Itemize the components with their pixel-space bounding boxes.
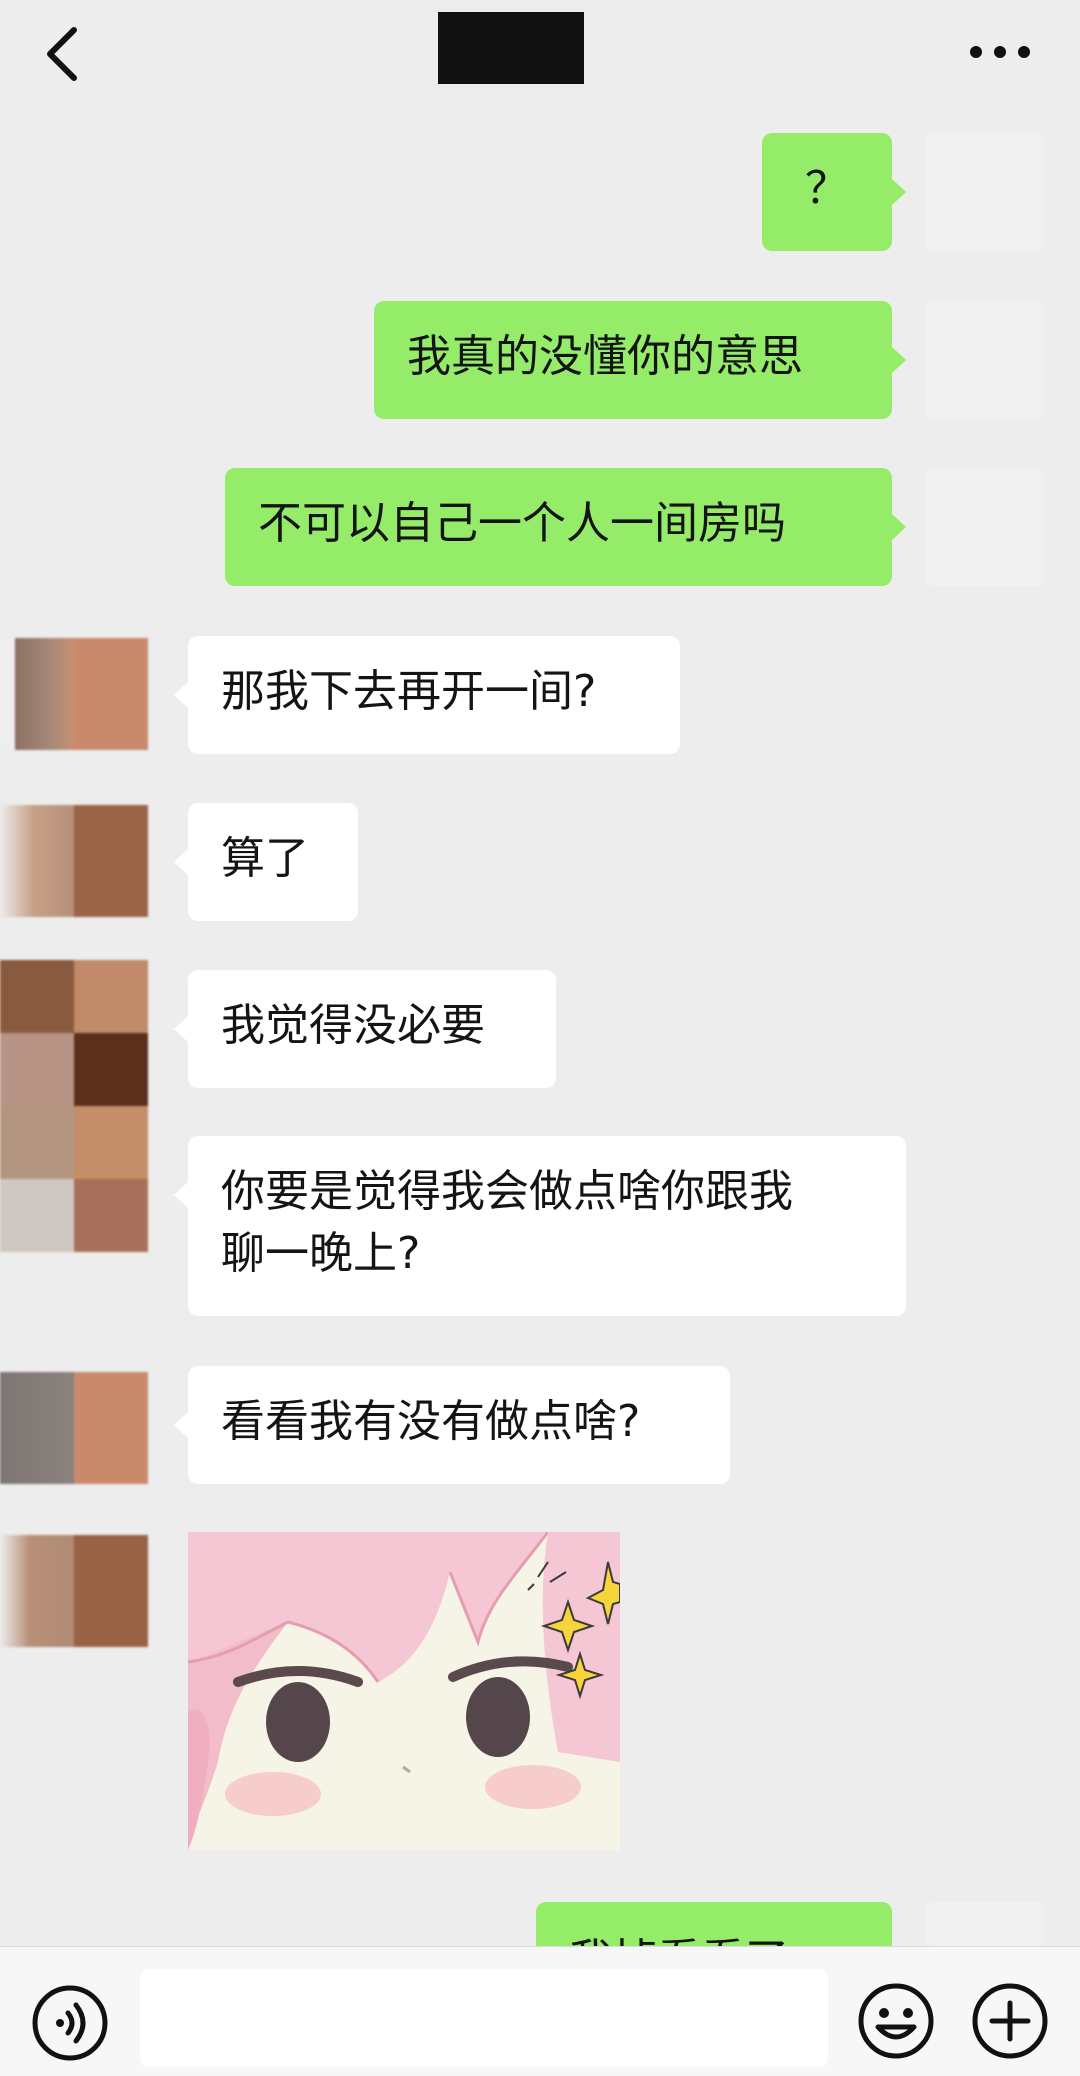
avatar[interactable] (926, 301, 1044, 419)
message-bubble[interactable]: 你要是觉得我会做点啥你跟我 聊一晚上? (188, 1136, 906, 1316)
message-bubble[interactable]: ？ (762, 133, 892, 251)
message-bubble[interactable]: 看看我有没有做点啥? (188, 1366, 730, 1484)
message-text: 看看我有没有做点啥? (221, 1396, 641, 1447)
message-text: 算了 (221, 833, 309, 884)
chat-title-redacted (438, 12, 584, 84)
avatar[interactable] (926, 468, 1044, 586)
avatar[interactable] (0, 638, 148, 750)
avatar[interactable] (0, 1535, 148, 1647)
message-text: ？ (805, 163, 849, 214)
plus-icon (972, 1983, 1048, 2059)
message-input[interactable] (140, 1969, 828, 2067)
avatar[interactable] (926, 133, 1044, 251)
voice-button[interactable] (30, 1983, 110, 2063)
sticker-image[interactable] (188, 1532, 620, 1850)
message-bubble[interactable]: 不可以自己一个人一间房吗 (225, 468, 892, 586)
chevron-left-icon (47, 27, 77, 81)
more-button[interactable] (965, 30, 1035, 74)
message-bubble[interactable]: 算了 (188, 803, 358, 921)
message-text-line: 你要是觉得我会做点啥你跟我 (221, 1166, 793, 1217)
message-bubble[interactable]: 我觉得没必要 (188, 970, 556, 1088)
message-text-line: 聊一晚上? (221, 1228, 421, 1279)
more-functions-button[interactable] (970, 1981, 1050, 2061)
emoji-icon (858, 1983, 934, 2059)
voice-icon (32, 1985, 108, 2061)
avatar[interactable] (0, 805, 148, 917)
message-bubble[interactable]: 我真的没懂你的意思 (374, 301, 892, 419)
avatar[interactable] (0, 1372, 148, 1484)
message-text: 不可以自己一个人一间房吗 (258, 498, 786, 549)
more-horizontal-icon (970, 46, 1030, 58)
back-button[interactable] (36, 22, 96, 82)
message-bubble[interactable]: 那我下去再开一间? (188, 636, 680, 754)
message-text: 我觉得没必要 (221, 1000, 485, 1051)
top-bar (0, 0, 1080, 112)
avatar[interactable] (0, 960, 148, 1252)
sticker-anime-girl (188, 1532, 620, 1850)
message-text: 我真的没懂你的意思 (407, 331, 803, 382)
input-bar (0, 1946, 1080, 2076)
avatar[interactable] (926, 1902, 1044, 1946)
emoji-button[interactable] (856, 1981, 936, 2061)
message-text: 那我下去再开一间? (221, 666, 597, 717)
